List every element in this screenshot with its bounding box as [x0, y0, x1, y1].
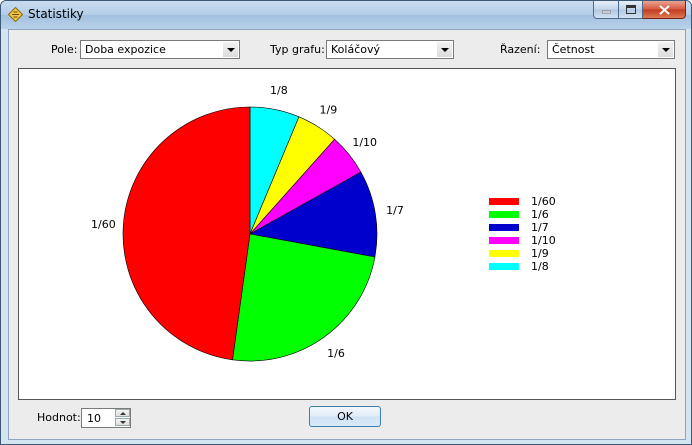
- pie-slice-label: 1/8: [270, 84, 288, 97]
- razeni-select[interactable]: Četnost: [547, 40, 675, 59]
- pole-label: Pole:: [51, 43, 78, 56]
- app-icon: [8, 7, 23, 22]
- spinner-up-button[interactable]: [115, 409, 130, 417]
- legend-swatch: [489, 250, 519, 257]
- close-icon: [658, 4, 670, 15]
- maximize-button[interactable]: [619, 1, 643, 19]
- client-area: Pole: Doba expozice Typ grafu: Koláčový …: [8, 29, 686, 440]
- pie-slice-label: 1/60: [91, 218, 116, 231]
- legend-label: 1/10: [531, 234, 556, 247]
- close-button[interactable]: [643, 1, 686, 19]
- pie-slice-1-60: [122, 106, 251, 361]
- typ-grafu-select[interactable]: Koláčový: [326, 40, 454, 59]
- legend-label: 1/8: [531, 260, 549, 273]
- chart-panel: 1/8 1/9 1/10 1/7 1/6 1/60 1/60 1/6 1/7 1/10 1/9 1/…: [18, 68, 676, 400]
- legend-label: 1/7: [531, 221, 549, 234]
- chevron-down-icon[interactable]: [437, 42, 452, 57]
- chevron-down-icon[interactable]: [223, 42, 238, 57]
- hodnot-label: Hodnot:: [37, 411, 81, 424]
- chevron-down-icon[interactable]: [658, 42, 673, 57]
- pie-slice-label: 1/7: [386, 204, 404, 217]
- legend-label: 1/9: [531, 247, 549, 260]
- legend-swatch: [489, 224, 519, 231]
- hodnot-spinner[interactable]: 10: [81, 408, 131, 428]
- legend-swatch: [489, 263, 519, 270]
- ok-button[interactable]: OK: [309, 406, 381, 427]
- pie-slice-1-6: [232, 233, 376, 362]
- legend-swatch: [489, 237, 519, 244]
- hodnot-value: 10: [87, 412, 101, 425]
- razeni-select-value: Četnost: [552, 43, 595, 56]
- minimize-icon: [601, 10, 611, 13]
- spinner-down-button[interactable]: [115, 418, 130, 426]
- statistics-window: Statistiky Pole: Doba expozice Typ grafu…: [0, 0, 692, 445]
- maximize-icon: [625, 5, 636, 14]
- arrow-up-icon: [119, 411, 126, 415]
- arrow-down-icon: [119, 420, 126, 424]
- pie-slice-label: 1/10: [352, 136, 377, 149]
- legend-label: 1/60: [531, 195, 556, 208]
- spinner-buttons: [115, 409, 130, 427]
- typ-grafu-label: Typ grafu:: [270, 43, 325, 56]
- caption-buttons: [593, 1, 686, 20]
- pie-slice-label: 1/6: [327, 347, 345, 360]
- title-bar[interactable]: Statistiky: [1, 1, 691, 29]
- typ-grafu-select-value: Koláčový: [331, 43, 380, 56]
- razeni-label: Řazení:: [500, 43, 541, 56]
- pie-chart: 1/8 1/9 1/10 1/7 1/6 1/60: [91, 84, 404, 362]
- minimize-button[interactable]: [593, 1, 619, 19]
- legend-swatch: [489, 198, 519, 205]
- pole-select-value: Doba expozice: [85, 43, 166, 56]
- pie-slice-label: 1/9: [320, 104, 338, 117]
- pole-select[interactable]: Doba expozice: [80, 40, 240, 59]
- window-title: Statistiky: [28, 7, 84, 21]
- legend-label: 1/6: [531, 208, 549, 221]
- legend-swatch: [489, 211, 519, 218]
